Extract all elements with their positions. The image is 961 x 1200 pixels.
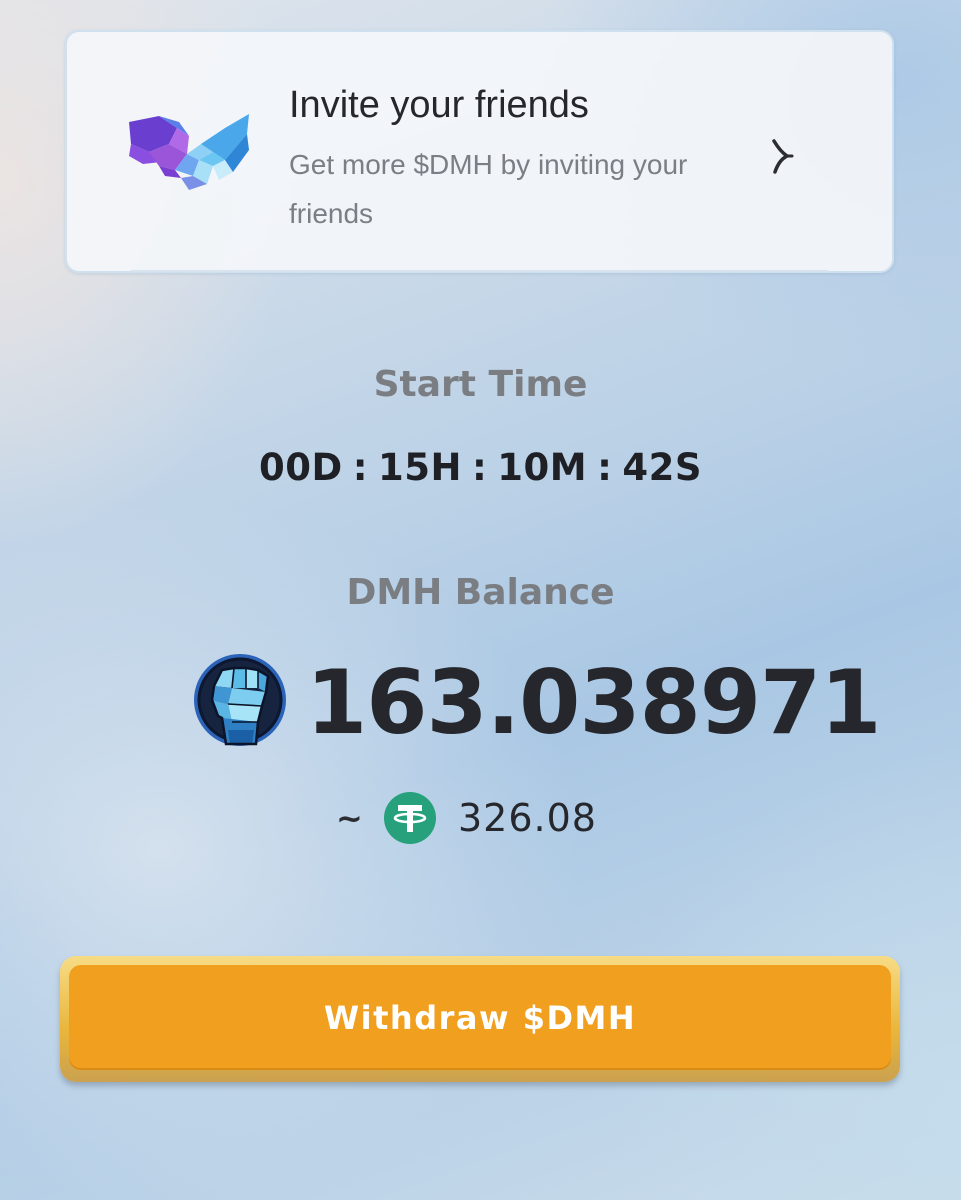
start-time-label: Start Time [373,364,588,405]
withdraw-button-frame: Withdraw $DMH [60,956,900,1082]
countdown-seconds: 42S [622,446,702,489]
dmh-balance-amount: 163.038971 [306,651,882,754]
approx-symbol: ~ [336,799,363,837]
tether-icon [384,792,436,844]
countdown-minutes: 10M [497,446,588,489]
invite-friends-card[interactable]: Invite your friends Get more $DMH by inv… [65,30,894,273]
countdown-separator: : [471,446,488,489]
fist-coin-icon [194,654,286,746]
invite-subtitle: Get more $DMH by inviting your friends [289,149,688,229]
handshake-image [129,114,249,190]
countdown-separator: : [352,446,368,489]
card-divider [131,270,828,272]
chevron-right-icon[interactable] [767,136,797,176]
usdt-value: 326.08 [458,796,597,840]
countdown-days: 00D [258,446,343,489]
countdown-hours: 15H [377,446,462,489]
invite-title: Invite your friends [289,84,589,126]
countdown-separator: : [597,446,613,489]
countdown-timer: 00D:15H:10M:42S [0,446,961,489]
withdraw-button[interactable]: Withdraw $DMH [69,965,891,1070]
usdt-equivalent: ~ 326.08 [336,792,597,844]
balance-label: DMH Balance [346,572,615,613]
